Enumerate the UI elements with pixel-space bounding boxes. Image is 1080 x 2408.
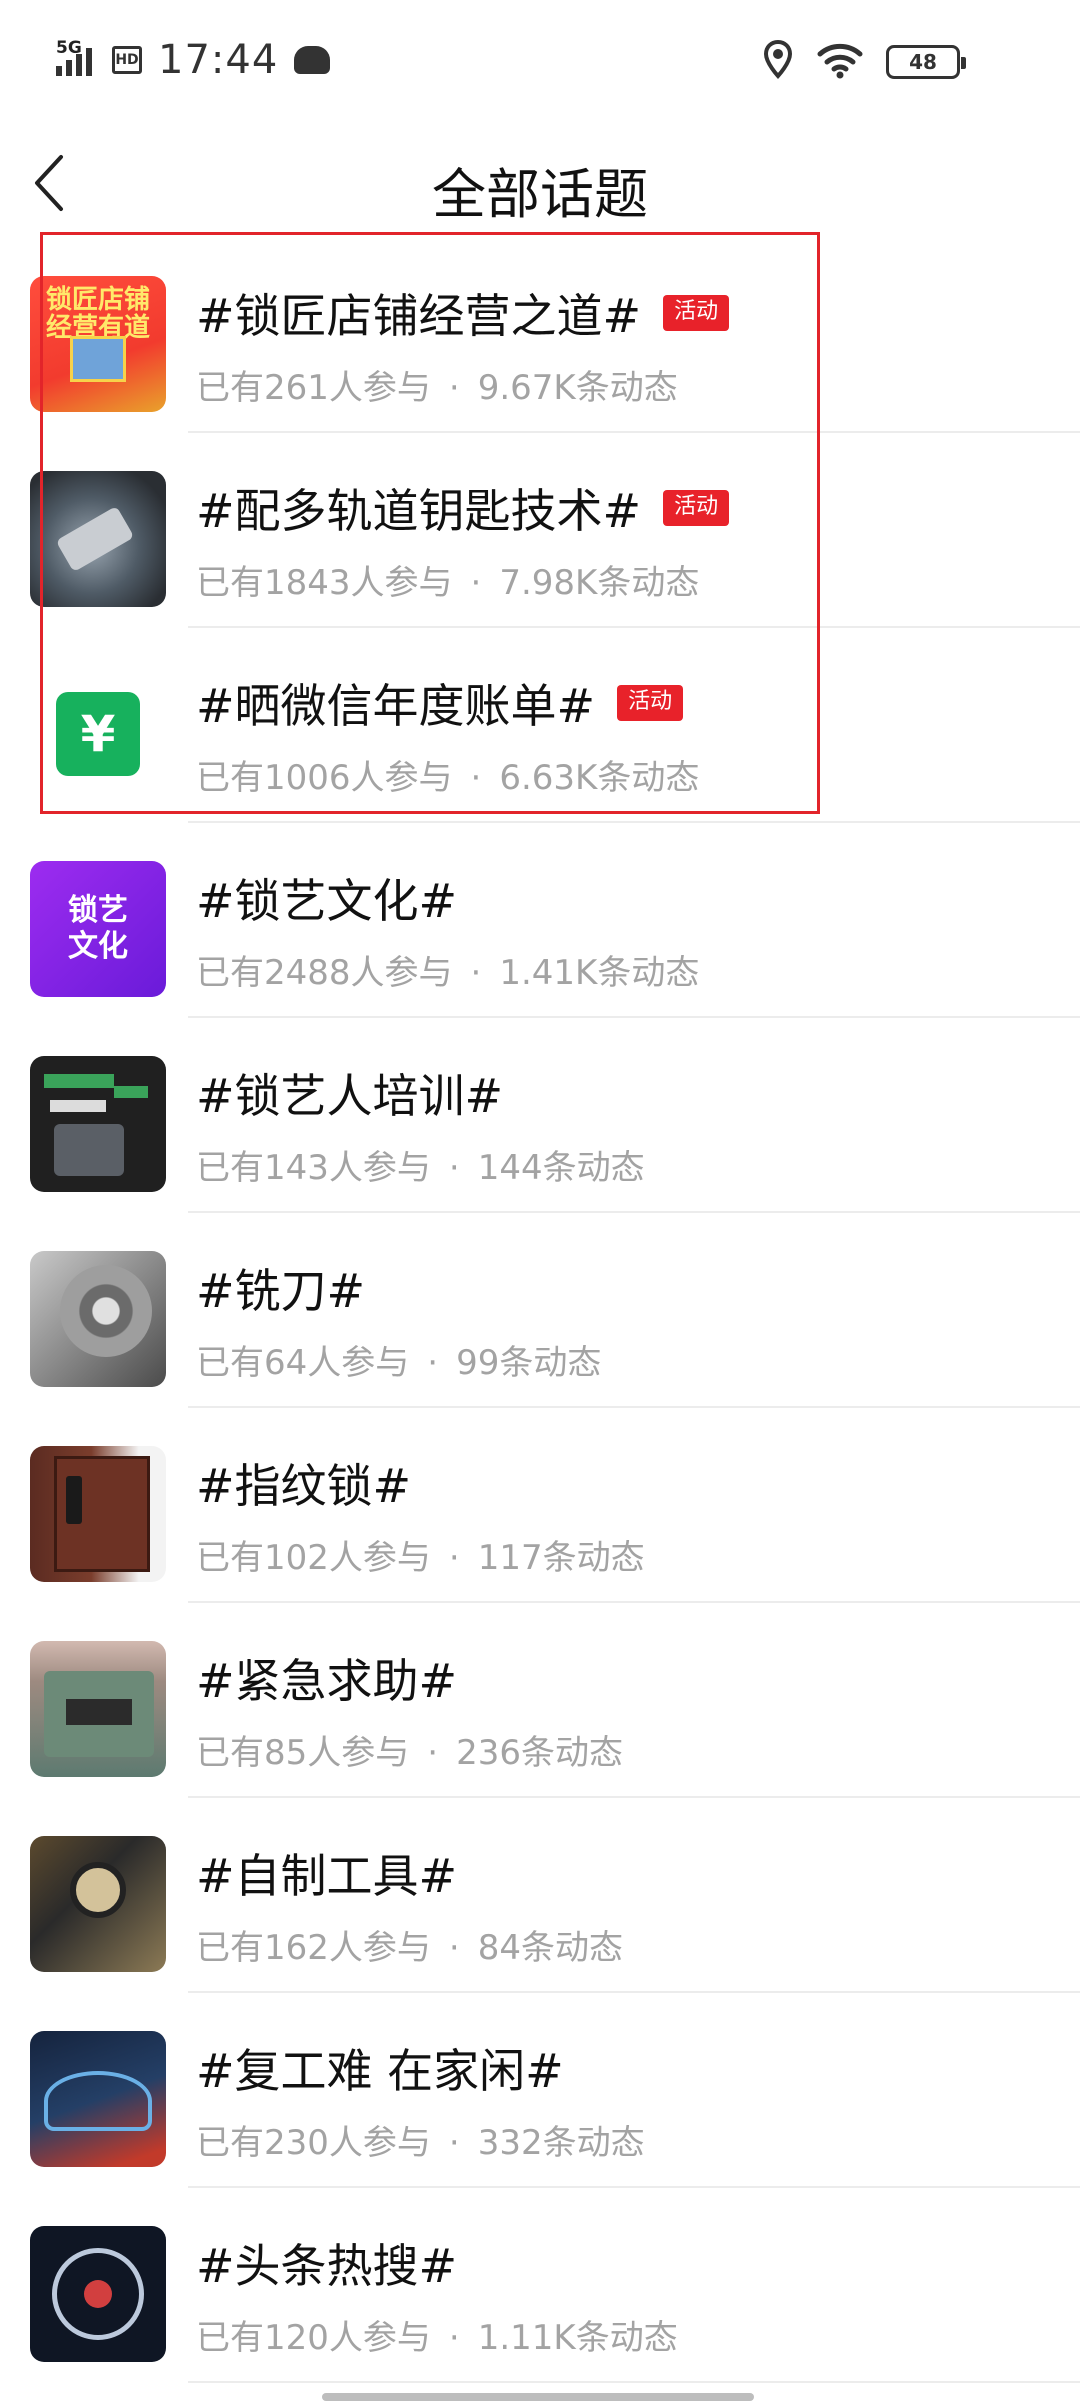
topic-meta: 已有230人参与 · 332条动态 — [196, 2123, 645, 2163]
topic-thumbnail — [30, 2226, 166, 2362]
participant-count: 已有2488人参与 — [196, 953, 453, 993]
list-item[interactable]: 锁艺 文化 #锁艺文化# 已有2488人参与 · 1.41K条动态 — [0, 823, 1080, 1018]
cloud-icon — [294, 46, 331, 74]
hd-icon: HD — [112, 46, 142, 74]
list-item[interactable]: #复工难 在家闲# 已有230人参与 · 332条动态 — [0, 1993, 1080, 2188]
topic-title: #复工难 在家闲# — [196, 2035, 564, 2101]
topic-thumbnail — [30, 471, 166, 607]
page-title: 全部话题 — [432, 163, 648, 226]
thumbnail-text: 锁艺 文化 — [68, 893, 128, 964]
topic-title: #头条热搜# — [196, 2230, 457, 2296]
post-count: 332条动态 — [477, 2123, 645, 2163]
post-count: 144条动态 — [477, 1148, 645, 1188]
topic-meta: 已有120人参与 · 1.11K条动态 — [196, 2318, 678, 2358]
activity-badge: 活动 — [663, 490, 730, 526]
header: 全部话题 — [0, 128, 1080, 238]
topic-title: #锁艺文化# — [196, 865, 457, 931]
topic-title: #自制工具# — [196, 1840, 457, 1906]
participant-count: 已有85人参与 — [196, 1733, 410, 1773]
wifi-icon — [816, 40, 864, 84]
divider — [188, 2381, 1080, 2383]
topic-title-text: #配多轨道钥匙技术# — [196, 484, 642, 538]
list-item[interactable]: ¥ #晒微信年度账单# 活动 已有1006人参与 · 6.63K条动态 — [0, 628, 1080, 823]
topic-title: #晒微信年度账单# 活动 — [196, 670, 684, 736]
topic-title-text: #锁匠店铺经营之道# — [196, 289, 642, 343]
post-count: 99条动态 — [456, 1343, 602, 1383]
topic-thumbnail — [30, 1056, 166, 1192]
participant-count: 已有143人参与 — [196, 1148, 431, 1188]
topic-title: #指纹锁# — [196, 1450, 411, 1516]
list-item[interactable]: #指纹锁# 已有102人参与 · 117条动态 — [0, 1408, 1080, 1603]
participant-count: 已有1843人参与 — [196, 563, 453, 603]
topic-thumbnail — [30, 2031, 166, 2167]
battery-icon: 48 — [886, 45, 966, 79]
topic-meta: 已有162人参与 · 84条动态 — [196, 1928, 623, 1968]
status-right: 48 — [762, 38, 966, 86]
post-count: 84条动态 — [477, 1928, 623, 1968]
topic-meta: 已有64人参与 · 99条动态 — [196, 1343, 602, 1383]
post-count: 236条动态 — [456, 1733, 623, 1773]
list-item[interactable]: #铣刀# 已有64人参与 · 99条动态 — [0, 1213, 1080, 1408]
topic-thumbnail: 锁艺 文化 — [30, 861, 166, 997]
post-count: 7.98K条动态 — [499, 563, 700, 603]
topic-title: #铣刀# — [196, 1255, 365, 1321]
activity-badge: 活动 — [663, 295, 730, 331]
topic-title-text: #自制工具# — [196, 1849, 458, 1903]
thumbnail-text: 锁匠店铺经营有道 — [45, 285, 150, 343]
topic-title-text: #复工难 在家闲# — [196, 2044, 564, 2098]
location-pin-icon — [762, 39, 794, 84]
topic-thumbnail — [30, 1251, 166, 1387]
participant-count: 已有1006人参与 — [196, 758, 453, 798]
topic-thumbnail — [30, 1641, 166, 1777]
topic-meta: 已有1006人参与 · 6.63K条动态 — [196, 758, 700, 798]
post-count: 9.67K条动态 — [477, 368, 678, 408]
post-count: 117条动态 — [477, 1538, 645, 1578]
participant-count: 已有162人参与 — [196, 1928, 431, 1968]
participant-count: 已有64人参与 — [196, 1343, 410, 1383]
topic-meta: 已有261人参与 · 9.67K条动态 — [196, 368, 678, 408]
home-indicator[interactable] — [322, 2393, 754, 2401]
signal-icon: 5G — [56, 40, 102, 80]
list-item[interactable]: 锁匠店铺经营有道 #锁匠店铺经营之道# 活动 已有261人参与 · 9.67K条动态 — [0, 238, 1080, 433]
list-item[interactable]: #锁艺人培训# 已有143人参与 · 144条动态 — [0, 1018, 1080, 1213]
topic-list: 锁匠店铺经营有道 #锁匠店铺经营之道# 活动 已有261人参与 · 9.67K条动态… — [0, 238, 1080, 2383]
list-item[interactable]: #配多轨道钥匙技术# 活动 已有1843人参与 · 7.98K条动态 — [0, 433, 1080, 628]
topic-title-text: #紧急求助# — [196, 1654, 458, 1708]
topic-meta: 已有85人参与 · 236条动态 — [196, 1733, 623, 1773]
list-item[interactable]: #头条热搜# 已有120人参与 · 1.11K条动态 — [0, 2188, 1080, 2383]
participant-count: 已有120人参与 — [196, 2318, 431, 2358]
participant-count: 已有261人参与 — [196, 368, 431, 408]
status-left: 5G HD 17:44 — [56, 36, 331, 84]
topic-title-text: #头条热搜# — [196, 2239, 458, 2293]
topic-title-text: #锁艺人培训# — [196, 1069, 504, 1123]
topic-title: #紧急求助# — [196, 1645, 457, 1711]
post-count: 6.63K条动态 — [499, 758, 700, 798]
topic-title-text: #指纹锁# — [196, 1459, 412, 1513]
wechat-pay-icon: ¥ — [56, 692, 140, 776]
topic-title-text: #铣刀# — [196, 1264, 366, 1318]
topic-title: #配多轨道钥匙技术# 活动 — [196, 475, 730, 541]
activity-badge: 活动 — [617, 685, 684, 721]
post-count: 1.41K条动态 — [499, 953, 700, 993]
topic-title: #锁匠店铺经营之道# 活动 — [196, 280, 730, 346]
topic-thumbnail — [30, 1836, 166, 1972]
topic-meta: 已有143人参与 · 144条动态 — [196, 1148, 645, 1188]
list-item[interactable]: #自制工具# 已有162人参与 · 84条动态 — [0, 1798, 1080, 1993]
participant-count: 已有230人参与 — [196, 2123, 431, 2163]
topic-title: #锁艺人培训# — [196, 1060, 503, 1126]
list-item[interactable]: #紧急求助# 已有85人参与 · 236条动态 — [0, 1603, 1080, 1798]
topic-meta: 已有2488人参与 · 1.41K条动态 — [196, 953, 700, 993]
page: 5G HD 17:44 48 全部话题 锁匠店铺经营有道 #锁匠店铺经营之道# … — [0, 0, 1080, 2408]
participant-count: 已有102人参与 — [196, 1538, 431, 1578]
topic-thumbnail: ¥ — [30, 666, 166, 802]
topic-meta: 已有102人参与 · 117条动态 — [196, 1538, 645, 1578]
topic-thumbnail — [30, 1446, 166, 1582]
status-bar: 5G HD 17:44 48 — [0, 0, 1080, 120]
post-count: 1.11K条动态 — [477, 2318, 678, 2358]
topic-meta: 已有1843人参与 · 7.98K条动态 — [196, 563, 700, 603]
topic-title-text: #晒微信年度账单# — [196, 679, 596, 733]
status-time: 17:44 — [158, 37, 279, 83]
topic-thumbnail: 锁匠店铺经营有道 — [30, 276, 166, 412]
topic-title-text: #锁艺文化# — [196, 874, 458, 928]
